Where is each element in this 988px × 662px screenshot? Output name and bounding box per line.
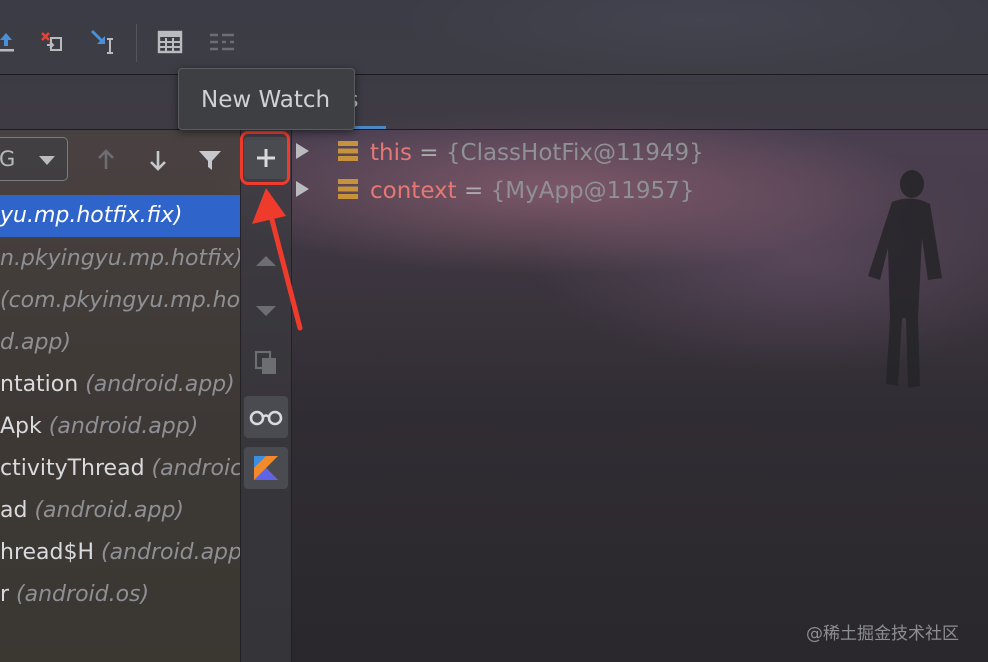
move-watch-down-button[interactable] <box>244 290 288 332</box>
copy-watch-button[interactable] <box>244 342 288 384</box>
inline-watches-button[interactable] <box>244 396 288 438</box>
step-out-icon <box>0 33 14 52</box>
variable-name: context <box>370 178 457 204</box>
down-icon <box>256 306 276 316</box>
previous-frame-button[interactable] <box>92 146 120 174</box>
debugger-toolbar <box>0 0 988 75</box>
field-icon <box>338 141 358 161</box>
next-frame-button[interactable] <box>144 146 172 174</box>
variable-equals: = <box>411 140 446 166</box>
new-watch-tooltip: New Watch <box>178 68 355 130</box>
frame-package: (android.app) <box>85 372 235 397</box>
frame-item[interactable]: Apk (android.app) <box>0 406 240 448</box>
highlight-annotation-box <box>240 131 290 185</box>
frame-item[interactable]: d.app) <box>0 322 240 364</box>
filter-icon <box>199 151 221 170</box>
frame-method: ntation <box>0 372 86 397</box>
chevron-down-icon <box>39 156 55 165</box>
down-arrow-icon <box>150 151 166 171</box>
frame-method: hread$H <box>0 540 102 565</box>
drop-frame-icon <box>41 32 62 51</box>
frame-item[interactable]: hread$H (android.app <box>0 532 240 574</box>
run-to-cursor-button[interactable] <box>90 28 118 56</box>
frame-method: ad <box>0 498 35 523</box>
background-figure <box>868 170 942 388</box>
variable-name: this <box>370 140 412 166</box>
kotlin-button[interactable] <box>244 447 288 489</box>
frame-item[interactable]: ntation (android.app) <box>0 364 240 406</box>
filter-frames-button[interactable] <box>196 146 224 174</box>
expand-arrow-icon[interactable] <box>296 181 309 197</box>
drop-frame-button[interactable] <box>38 28 66 56</box>
move-watch-up-button[interactable] <box>244 240 288 282</box>
frame-package: (android.app) <box>48 414 199 439</box>
frame-method: Apk <box>0 414 49 439</box>
variable-text: context = {MyApp@11957} <box>370 172 694 210</box>
variable-equals: = <box>456 178 491 204</box>
copy-icon <box>254 350 276 374</box>
frame-package: (android.app) <box>34 498 184 523</box>
frame-package: n.pkyingyu.mp.hotfix) <box>0 246 240 271</box>
frame-package: (android.app <box>101 540 240 565</box>
variable-value: {MyApp@11957} <box>490 178 695 204</box>
watermark: @稀土掘金技术社区 <box>806 624 959 644</box>
frame-method: r <box>0 582 17 607</box>
variable-text: this = {ClassHotFix@11949} <box>370 134 704 172</box>
thread-selector-value: G <box>0 147 16 171</box>
run-to-cursor-icon <box>90 29 113 54</box>
variable-value: {ClassHotFix@11949} <box>445 140 704 166</box>
debug-tabs-row <box>0 75 988 130</box>
trace-icon <box>210 33 234 51</box>
expand-arrow-icon[interactable] <box>296 143 309 159</box>
trace-button[interactable] <box>208 28 236 56</box>
frame-item[interactable]: (com.pkyingyu.mp.ho <box>0 280 240 322</box>
frame-item[interactable]: r (android.os) <box>0 574 240 616</box>
frame-item[interactable]: n.pkyingyu.mp.hotfix) <box>0 238 240 280</box>
frame-item[interactable]: ctivityThread (androic <box>0 448 240 490</box>
up-icon <box>256 256 276 266</box>
up-arrow-icon <box>98 149 114 169</box>
kotlin-icon <box>254 456 278 480</box>
toolbar-separator <box>136 24 137 62</box>
frame-package: (com.pkyingyu.mp.ho <box>0 288 240 313</box>
step-out-button[interactable] <box>0 28 20 56</box>
field-icon <box>338 179 358 199</box>
evaluate-expression-icon <box>157 30 183 54</box>
glasses-icon <box>249 410 283 426</box>
frame-package: d.app) <box>0 330 71 355</box>
frame-package: (android.os) <box>16 582 150 607</box>
evaluate-expression-button[interactable] <box>156 28 184 56</box>
frame-method: ctivityThread <box>0 456 152 481</box>
frame-method: yu.mp.hotfix.fix) <box>0 203 183 228</box>
thread-selector[interactable]: G <box>0 137 68 181</box>
frame-package: (androic <box>151 456 240 481</box>
frame-item[interactable]: ad (android.app) <box>0 490 240 532</box>
frame-item[interactable]: yu.mp.hotfix.fix) <box>0 195 240 237</box>
